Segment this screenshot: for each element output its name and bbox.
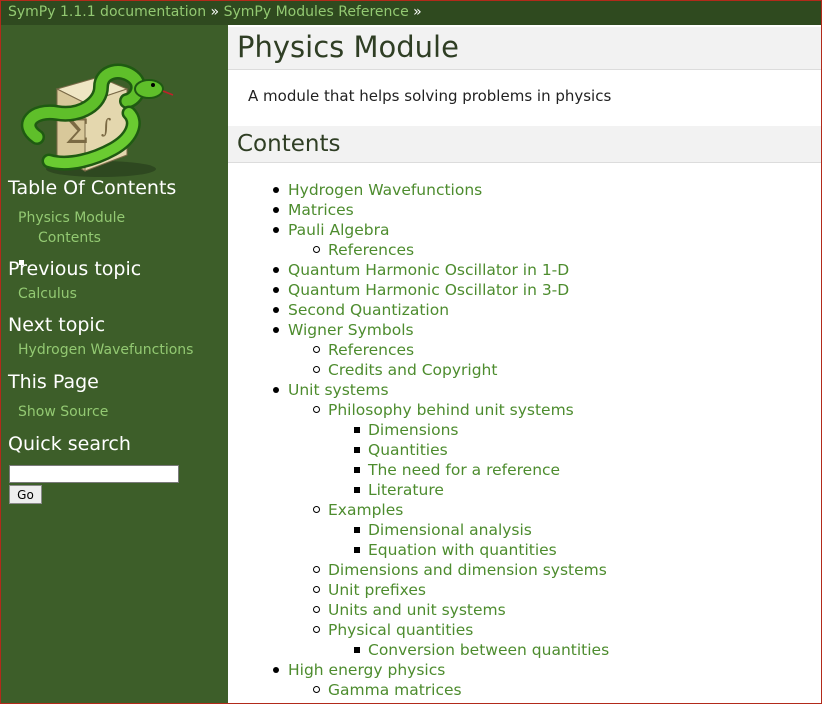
toc-link[interactable]: References [328, 241, 414, 259]
toc-link[interactable]: Dimensions and dimension systems [328, 561, 607, 579]
toc-item[interactable]: The need for a reference [353, 460, 560, 480]
previous-topic-link[interactable]: Calculus [18, 286, 77, 302]
toc-item[interactable]: Physical quantities [312, 620, 473, 640]
toc-item[interactable]: Wigner Symbols [273, 320, 414, 340]
page-title: Physics Module [228, 27, 821, 70]
breadcrumb: SymPy 1.1.1 documentation » SymPy Module… [1, 1, 821, 25]
breadcrumb-link-modules[interactable]: SymPy Modules Reference [224, 4, 409, 20]
toc-link[interactable]: Second Quantization [288, 301, 449, 319]
toc-link[interactable]: Wigner Symbols [288, 321, 414, 339]
toc-item[interactable]: Quantum Harmonic Oscillator in 1-D [272, 260, 569, 280]
toc-heading: Table Of Contents [8, 177, 177, 199]
toc-item[interactable]: Pauli Algebra [273, 220, 390, 240]
toc-link[interactable]: Pauli Algebra [288, 221, 390, 239]
toc-link[interactable]: Philosophy behind unit systems [328, 401, 574, 419]
breadcrumb-link-docs[interactable]: SymPy 1.1.1 documentation [8, 4, 206, 20]
toc-link[interactable]: Matrices [288, 201, 354, 219]
toc-item[interactable]: Unit prefixes [313, 580, 426, 600]
toc-link[interactable]: Gamma matrices [328, 681, 462, 699]
toc-link[interactable]: Unit systems [288, 381, 389, 399]
go-button[interactable]: Go [9, 485, 42, 504]
toc-item[interactable]: Equation with quantities [354, 540, 557, 560]
toc-item[interactable]: Gamma matrices [313, 680, 462, 700]
breadcrumb-separator: » [210, 4, 220, 20]
toc-item[interactable]: Quantum Harmonic Oscillator in 3-D [272, 280, 569, 300]
this-page-heading: This Page [8, 371, 99, 393]
sidebar-link-physics-module[interactable]: Physics Module [18, 210, 125, 226]
toc-link[interactable]: Conversion between quantities [368, 641, 609, 659]
sympy-logo[interactable]: Σ ∫ [9, 49, 179, 184]
search-input[interactable] [9, 465, 179, 483]
toc-item[interactable]: Matrices [273, 200, 354, 220]
toc-item[interactable]: Quantities [354, 440, 448, 460]
toc-item[interactable]: Units and unit systems [313, 600, 506, 620]
toc-link[interactable]: The need for a reference [368, 461, 560, 479]
next-topic-heading: Next topic [8, 314, 106, 336]
toc-link[interactable]: Equation with quantities [368, 541, 557, 559]
toc-link[interactable]: Dimensions [368, 421, 458, 439]
toc-item[interactable]: Dimensions [353, 420, 458, 440]
toc-item[interactable]: Philosophy behind unit systems [313, 400, 574, 420]
toc-link[interactable]: Examples [328, 501, 403, 519]
toc-item[interactable]: High energy physics [272, 660, 445, 680]
svg-text:∫: ∫ [101, 114, 111, 138]
sidebar-link-contents[interactable]: Contents [38, 230, 101, 246]
toc-item[interactable]: Literature [354, 480, 444, 500]
toc-item[interactable]: References [312, 240, 414, 260]
intro-text: A module that helps solving problems in … [248, 87, 612, 105]
quick-search-heading: Quick search [8, 433, 131, 455]
toc-link[interactable]: Literature [368, 481, 444, 499]
toc-link[interactable]: Unit prefixes [328, 581, 426, 599]
toc-link[interactable]: Hydrogen Wavefunctions [288, 181, 482, 199]
previous-topic-heading: Previous topic [8, 258, 142, 280]
toc-item[interactable]: Examples [312, 500, 403, 520]
main-content: Physics Module A module that helps solvi… [228, 25, 821, 703]
toc-link[interactable]: Physical quantities [328, 621, 473, 639]
toc-item[interactable]: References [312, 340, 414, 360]
show-source-link[interactable]: Show Source [18, 404, 108, 420]
toc-item[interactable]: Conversion between quantities [353, 640, 609, 660]
toc-link[interactable]: High energy physics [288, 661, 445, 679]
breadcrumb-separator: » [413, 4, 422, 20]
toc-item[interactable]: Hydrogen Wavefunctions [272, 180, 482, 200]
contents-heading: Contents [228, 126, 821, 163]
next-topic-link[interactable]: Hydrogen Wavefunctions [18, 342, 193, 358]
toc-link[interactable]: Quantum Harmonic Oscillator in 1-D [288, 261, 569, 279]
toc-item[interactable]: Unit systems [273, 380, 389, 400]
toc-link[interactable]: Quantities [368, 441, 448, 459]
toc-link[interactable]: Credits and Copyright [328, 361, 497, 379]
toc-link[interactable]: Dimensional analysis [368, 521, 532, 539]
toc-link[interactable]: References [328, 341, 414, 359]
toc-item[interactable]: Dimensional analysis [354, 520, 532, 540]
sidebar: Σ ∫ Table Of Contents Physics Module Con… [1, 25, 228, 703]
toc-link[interactable]: Units and unit systems [328, 601, 506, 619]
toc-item[interactable]: Credits and Copyright [312, 360, 497, 380]
toc-item[interactable]: Dimensions and dimension systems [313, 560, 607, 580]
toc-item[interactable]: Second Quantization [272, 300, 449, 320]
toc-link[interactable]: Quantum Harmonic Oscillator in 3-D [288, 281, 569, 299]
